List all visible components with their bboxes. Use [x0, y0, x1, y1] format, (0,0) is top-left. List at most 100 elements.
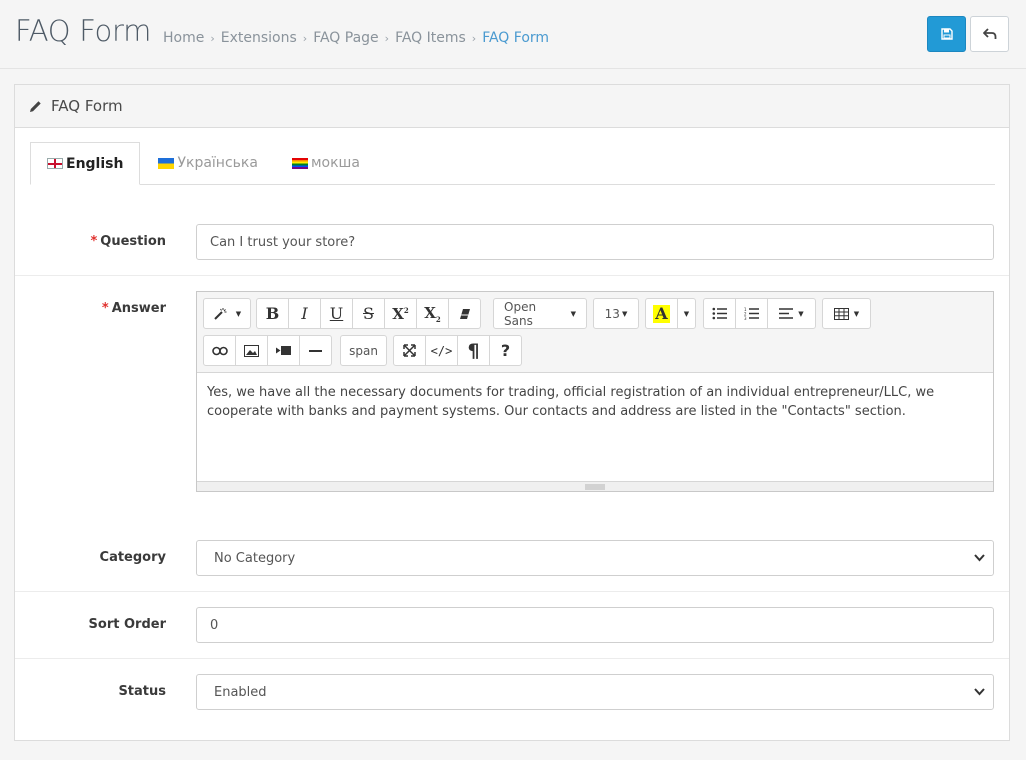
font-family-dropdown[interactable]: Open Sans ▼ — [493, 298, 587, 329]
answer-content-area[interactable]: Yes, we have all the necessary documents… — [197, 373, 993, 481]
uk-flag-icon — [47, 158, 63, 169]
row-divider — [15, 591, 1009, 592]
tab-ukrainian[interactable]: Українська — [142, 142, 273, 184]
ukraine-flag-icon — [158, 157, 175, 169]
question-input[interactable]: Can I trust your store? — [196, 224, 994, 260]
row-divider — [15, 275, 1009, 276]
reply-arrow-icon — [982, 28, 996, 39]
eraser-icon — [459, 308, 470, 319]
rainbow-flag-icon — [291, 157, 308, 169]
video-icon — [275, 346, 291, 355]
sort-order-label: Sort Order — [88, 617, 166, 632]
category-value: No Category — [214, 550, 296, 566]
save-button[interactable] — [927, 16, 966, 52]
status-select[interactable]: Enabled — [196, 674, 994, 710]
back-button[interactable] — [970, 16, 1009, 52]
category-label: Category — [99, 550, 166, 565]
chevron-down-icon — [974, 688, 985, 696]
help-button[interactable]: ? — [489, 335, 522, 366]
sort-order-value: 0 — [210, 617, 219, 633]
breadcrumb-separator-icon: › — [302, 31, 308, 45]
editor-resize-handle[interactable] — [197, 481, 993, 491]
category-select[interactable]: No Category — [196, 540, 994, 576]
unordered-list-button[interactable] — [703, 298, 736, 329]
insert-image-button[interactable] — [235, 335, 268, 366]
breadcrumb-separator-icon: › — [471, 31, 477, 45]
table-icon — [833, 307, 849, 320]
breadcrumb-separator-icon: › — [384, 31, 390, 45]
status-label: Status — [118, 684, 166, 699]
style-tag-button[interactable]: span — [340, 335, 387, 366]
code-icon: </> — [430, 343, 453, 358]
paragraph-marks-button[interactable]: ¶ — [457, 335, 490, 366]
horizontal-rule-icon — [309, 349, 322, 352]
tab-moksha-label: мокша — [310, 155, 360, 171]
highlight-a-icon: A — [653, 303, 670, 323]
insert-link-button[interactable] — [203, 335, 236, 366]
font-size-dropdown[interactable]: 13 ▼ — [593, 298, 639, 329]
caret-down-icon: ▼ — [853, 309, 860, 318]
tab-ukrainian-label: Українська — [177, 155, 258, 171]
superscript-button[interactable]: X2 — [384, 298, 417, 329]
align-left-icon — [779, 308, 794, 319]
question-label: * Question — [90, 234, 166, 249]
question-value: Can I trust your store? — [210, 234, 356, 250]
table-dropdown[interactable]: ▼ — [822, 298, 871, 329]
bold-button[interactable]: B — [256, 298, 289, 329]
panel-heading-title: FAQ Form — [51, 97, 123, 115]
caret-down-icon: ▼ — [683, 309, 690, 318]
tab-english-label: English — [66, 155, 124, 172]
faq-form-panel: FAQ Form English Українська мокша * Quest… — [14, 84, 1010, 741]
answer-label: * Answer — [101, 301, 166, 316]
pencil-icon — [29, 100, 42, 113]
magic-wand-icon — [214, 307, 227, 320]
horizontal-rule-button[interactable] — [299, 335, 332, 366]
breadcrumb-faq-page[interactable]: FAQ Page — [313, 30, 378, 46]
status-value: Enabled — [214, 684, 267, 700]
bullet-list-icon — [712, 307, 727, 320]
numbered-list-icon: 123 — [744, 307, 759, 320]
code-view-button[interactable]: </> — [425, 335, 458, 366]
ordered-list-button[interactable]: 123 — [735, 298, 768, 329]
breadcrumb-faq-form[interactable]: FAQ Form — [482, 30, 549, 46]
eraser-button[interactable] — [448, 298, 481, 329]
required-asterisk: * — [101, 301, 109, 316]
caret-down-icon: ▼ — [570, 309, 576, 318]
fullscreen-button[interactable] — [393, 335, 426, 366]
breadcrumb-faq-items[interactable]: FAQ Items — [395, 30, 466, 46]
breadcrumb: Home › Extensions › FAQ Page › FAQ Items… — [163, 30, 549, 46]
page-header: FAQ Form Home › Extensions › FAQ Page › … — [0, 0, 1026, 69]
color-dropdown-button[interactable]: ▼ — [677, 298, 696, 329]
language-tabs: English Українська мокша — [30, 142, 995, 185]
tab-moksha[interactable]: мокша — [276, 142, 376, 184]
italic-button[interactable]: I — [288, 298, 321, 329]
breadcrumb-extensions[interactable]: Extensions — [221, 30, 297, 46]
insert-video-button[interactable] — [267, 335, 300, 366]
expand-icon — [403, 344, 416, 357]
caret-down-icon: ▼ — [235, 309, 242, 318]
image-icon — [244, 344, 259, 357]
underline-button[interactable]: U — [320, 298, 353, 329]
tab-english[interactable]: English — [30, 142, 141, 185]
strikethrough-button[interactable]: S — [352, 298, 385, 329]
paragraph-align-dropdown[interactable]: ▼ — [767, 298, 816, 329]
text-color-button[interactable]: A — [645, 298, 678, 329]
caret-down-icon: ▼ — [621, 309, 628, 318]
pilcrow-icon: ¶ — [467, 339, 480, 362]
chevron-down-icon — [974, 554, 985, 562]
caret-down-icon: ▼ — [798, 309, 804, 318]
row-divider — [15, 658, 1009, 659]
panel-heading: FAQ Form — [15, 85, 1009, 128]
required-asterisk: * — [90, 234, 98, 249]
answer-editor: ▼ B I U S X2 X2 Open Sans ▼ 13 ▼ A ▼ 1 2… — [196, 291, 994, 492]
svg-text:3: 3 — [744, 316, 747, 320]
question-mark-icon: ? — [500, 341, 511, 360]
breadcrumb-home[interactable]: Home — [163, 30, 204, 46]
page-title: FAQ Form — [15, 14, 152, 48]
magic-wand-button[interactable]: ▼ — [203, 298, 251, 329]
grip-lines-icon — [585, 484, 605, 489]
sort-order-input[interactable]: 0 — [196, 607, 994, 643]
editor-toolbar: ▼ B I U S X2 X2 Open Sans ▼ 13 ▼ A ▼ 1 2… — [197, 292, 993, 373]
floppy-disk-icon — [940, 28, 953, 40]
subscript-button[interactable]: X2 — [416, 298, 449, 329]
